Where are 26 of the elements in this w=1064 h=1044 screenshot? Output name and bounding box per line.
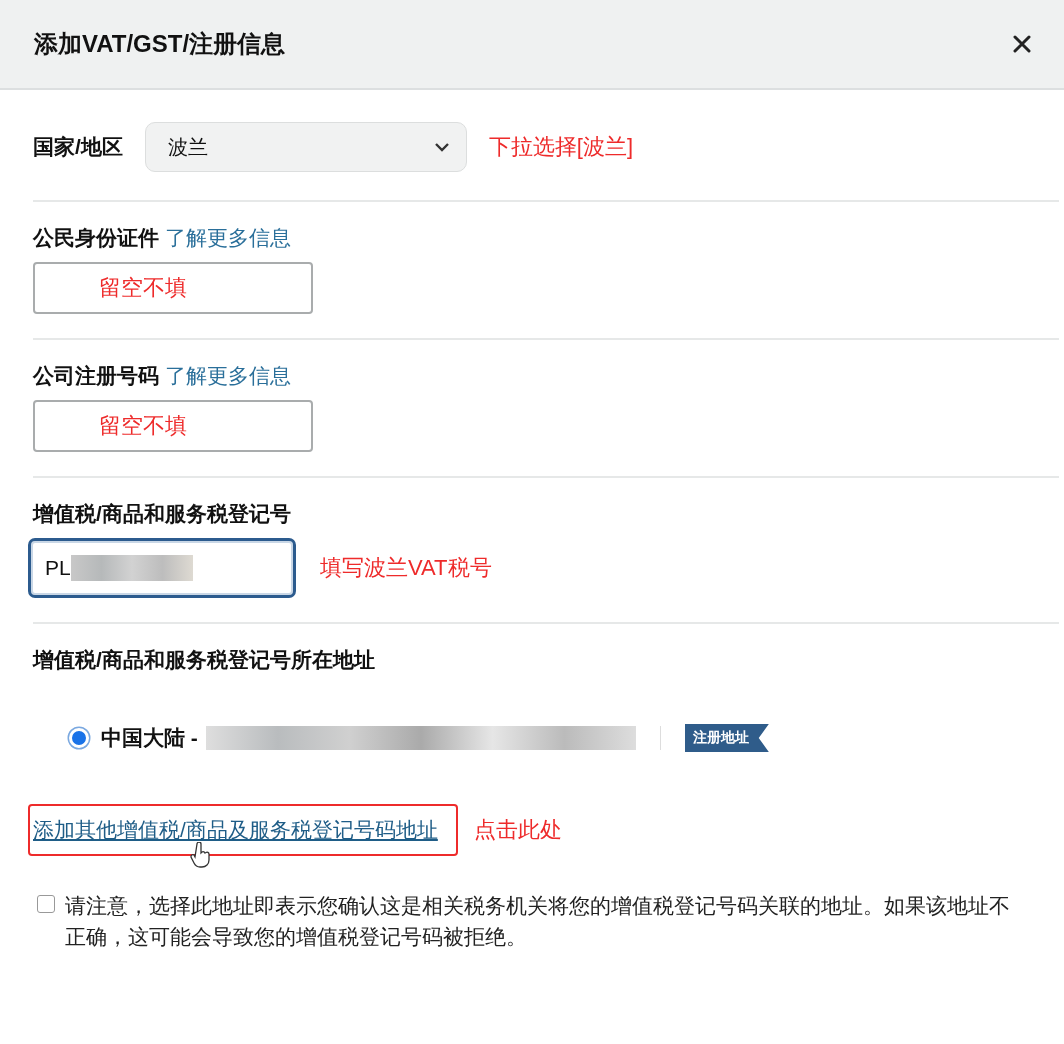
hand-cursor-icon	[190, 842, 212, 868]
dialog-title: 添加VAT/GST/注册信息	[34, 29, 286, 59]
country-dropdown[interactable]: 波兰	[144, 122, 467, 172]
chevron-down-icon	[433, 142, 450, 152]
address-label: 中国大陆 -	[101, 725, 198, 751]
radio-button[interactable]	[69, 728, 89, 748]
field-label: 国家/地区	[33, 134, 123, 160]
annotation-note: 填写波兰VAT税号	[320, 554, 492, 582]
address-tag: 注册地址	[684, 724, 769, 752]
annotation-note: 点击此处	[473, 816, 562, 844]
input-field[interactable]: PL	[28, 538, 296, 598]
annotation-note: 留空不填	[99, 412, 187, 440]
learn-more-link[interactable]: 了解更多信息	[165, 362, 291, 390]
input-field[interactable]: 留空不填	[33, 400, 313, 452]
checkbox[interactable]	[37, 895, 55, 913]
field-label: 公司注册号码	[33, 363, 159, 389]
notice-text: 请注意，选择此地址即表示您确认这是相关税务机关将您的增值税登记号码关联的地址。如果该地址不正确，这可能会导致您的增值税登记号码被拒绝。	[65, 893, 1010, 950]
field-label: 增值税/商品和服务税登记号	[33, 501, 291, 527]
annotation-note: 下拉选择[波兰]	[488, 133, 634, 161]
field-label: 公民身份证件	[33, 225, 159, 251]
close-icon[interactable]	[1012, 34, 1032, 54]
input-field[interactable]: 留空不填	[33, 262, 313, 314]
annotation-note: 留空不填	[99, 274, 187, 302]
learn-more-link[interactable]: 了解更多信息	[165, 224, 291, 252]
field-label: 增值税/商品和服务税登记号所在地址	[33, 648, 375, 671]
add-address-link[interactable]: 添加其他增值税/商品及服务税登记号码地址	[33, 818, 438, 841]
